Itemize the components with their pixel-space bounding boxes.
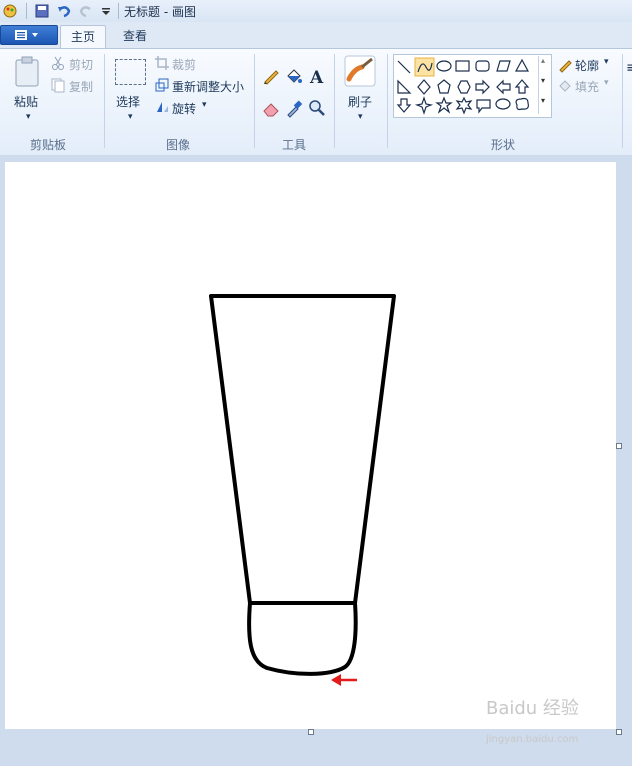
copy-icon xyxy=(51,78,65,93)
drawing-canvas[interactable] xyxy=(5,162,616,729)
canvas-workspace xyxy=(0,155,632,766)
outline-button[interactable]: 轮廓 xyxy=(575,57,599,74)
watermark-url: jingyan.baidu.com xyxy=(486,734,579,745)
watermark-logo: Baidu 经验 xyxy=(486,698,579,719)
resize-handle-right[interactable] xyxy=(616,443,622,449)
select-icon[interactable] xyxy=(115,59,146,85)
shapes-gallery[interactable] xyxy=(393,54,552,118)
text-icon[interactable]: A xyxy=(307,66,327,86)
rotate-icon xyxy=(157,102,168,112)
outline-icon xyxy=(559,60,572,73)
divider xyxy=(387,54,388,148)
undo-icon[interactable] xyxy=(56,3,72,19)
fill-icon xyxy=(559,80,571,92)
clipboard-group-label: 剪贴板 xyxy=(30,138,67,152)
image-group-label: 图像 xyxy=(166,138,191,152)
rotate-dropdown-icon[interactable]: ▾ xyxy=(202,100,207,110)
divider xyxy=(254,54,255,148)
shapes-grid xyxy=(396,57,530,115)
resize-button[interactable]: 重新调整大小 xyxy=(172,78,244,95)
redo-icon[interactable] xyxy=(78,3,94,19)
window-title: 无标题 - 画图 xyxy=(124,5,196,19)
paint-app-icon[interactable] xyxy=(2,3,18,19)
eraser-icon[interactable] xyxy=(261,98,281,118)
gallery-scrollbar[interactable]: ▴ ▾ ▾ xyxy=(538,56,551,114)
paste-button[interactable]: 粘贴 xyxy=(14,93,38,110)
save-icon[interactable] xyxy=(34,3,50,19)
resize-handle-bottom[interactable] xyxy=(308,729,314,735)
resize-handle-corner[interactable] xyxy=(616,729,622,735)
drawing xyxy=(209,294,396,686)
paste-icon[interactable] xyxy=(13,56,41,88)
shapes-group-label: 形状 xyxy=(491,138,516,152)
paste-dropdown-icon[interactable]: ▾ xyxy=(26,112,31,122)
color-picker-icon[interactable] xyxy=(284,98,304,118)
brushes-button[interactable]: 刷子 xyxy=(348,93,372,110)
pencil-icon[interactable] xyxy=(261,66,281,86)
gallery-expand-icon[interactable]: ▾ xyxy=(541,96,545,105)
outline-dropdown-icon[interactable]: ▾ xyxy=(604,57,609,67)
copy-button[interactable]: 复制 xyxy=(69,78,93,95)
fill-bucket-icon[interactable] xyxy=(284,66,304,86)
tube-body xyxy=(209,294,396,605)
fill-button[interactable]: 填充 xyxy=(575,78,599,95)
crop-button[interactable]: 裁剪 xyxy=(172,56,196,73)
fill-dropdown-icon[interactable]: ▾ xyxy=(604,78,609,88)
title-bar: 无标题 - 画图 xyxy=(0,0,632,23)
select-dropdown-icon[interactable]: ▾ xyxy=(128,112,133,122)
customize-qat-icon[interactable] xyxy=(98,3,114,19)
size-icon[interactable]: ≡ xyxy=(626,60,632,76)
red-arrow-icon xyxy=(331,674,357,686)
rotate-button[interactable]: 旋转 xyxy=(172,100,196,117)
scroll-up-icon[interactable]: ▴ xyxy=(541,56,545,65)
paint-menu-button[interactable] xyxy=(0,25,58,45)
divider xyxy=(104,54,105,148)
brush-icon[interactable] xyxy=(344,55,376,87)
select-button[interactable]: 选择 xyxy=(116,93,140,110)
svg-text:A: A xyxy=(309,68,324,86)
resize-icon xyxy=(155,78,169,92)
cut-button[interactable]: 剪切 xyxy=(69,56,93,73)
menu-icon xyxy=(15,30,38,40)
scissors-icon xyxy=(52,56,64,70)
scroll-down-icon[interactable]: ▾ xyxy=(541,76,545,85)
divider xyxy=(334,54,335,148)
magnifier-icon[interactable] xyxy=(307,98,327,118)
tools-group-label: 工具 xyxy=(282,138,307,152)
tab-home[interactable]: 主页 xyxy=(60,25,106,49)
crop-icon xyxy=(155,56,169,70)
brushes-dropdown-icon[interactable]: ▾ xyxy=(358,112,363,122)
divider xyxy=(622,54,623,148)
tab-view[interactable]: 查看 xyxy=(112,25,158,48)
tube-cap xyxy=(247,601,358,676)
